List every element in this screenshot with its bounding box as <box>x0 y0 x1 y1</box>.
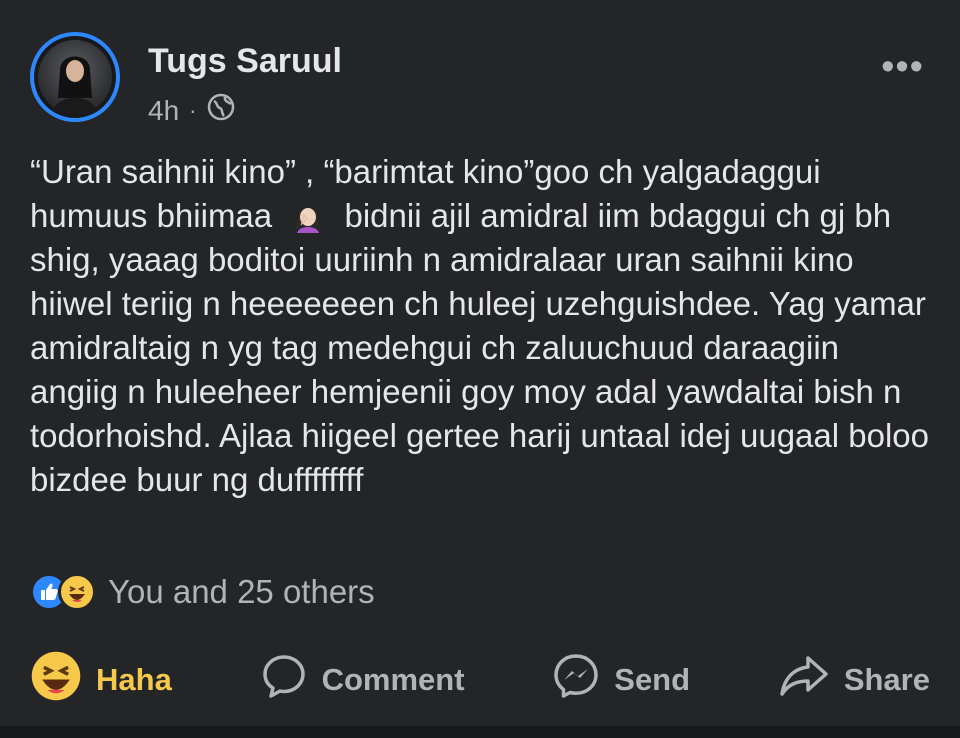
haha-icon <box>58 573 96 611</box>
avatar[interactable] <box>30 32 120 122</box>
haha-reaction-button[interactable]: Haha <box>30 650 172 710</box>
more-options-button[interactable]: ••• <box>881 46 924 89</box>
author-name[interactable]: Tugs Saruul <box>148 42 342 81</box>
share-label: Share <box>843 662 930 697</box>
share-button[interactable]: Share <box>778 652 930 708</box>
globe-icon <box>206 92 236 129</box>
woman-facepalming-emoji-icon <box>291 199 325 233</box>
profile-photo <box>38 40 112 114</box>
meta-separator: · <box>189 97 197 123</box>
haha-label: Haha <box>96 662 172 697</box>
share-icon <box>778 652 830 708</box>
comment-button[interactable]: Comment <box>260 652 465 708</box>
haha-icon <box>30 650 82 710</box>
bottom-divider <box>0 726 960 738</box>
comment-icon <box>260 652 308 708</box>
post-time[interactable]: 4h <box>148 95 179 127</box>
post-text-part-2: bidnii ajil amidral iim bdaggui ch gj bh… <box>30 197 929 498</box>
send-label: Send <box>614 662 691 697</box>
post-text: “Uran saihnii kino” , “barimtat kino”goo… <box>30 150 935 502</box>
reactions-summary[interactable]: You and 25 others <box>30 570 375 614</box>
messenger-icon <box>552 652 600 708</box>
post-actions-bar: Haha Comment Send Share <box>30 650 930 710</box>
comment-label: Comment <box>321 662 465 697</box>
reactions-count-text[interactable]: You and 25 others <box>108 573 375 611</box>
post-meta: 4h · <box>148 92 236 129</box>
post-header: Tugs Saruul 4h · ••• <box>30 32 940 132</box>
send-button[interactable]: Send <box>552 652 690 708</box>
